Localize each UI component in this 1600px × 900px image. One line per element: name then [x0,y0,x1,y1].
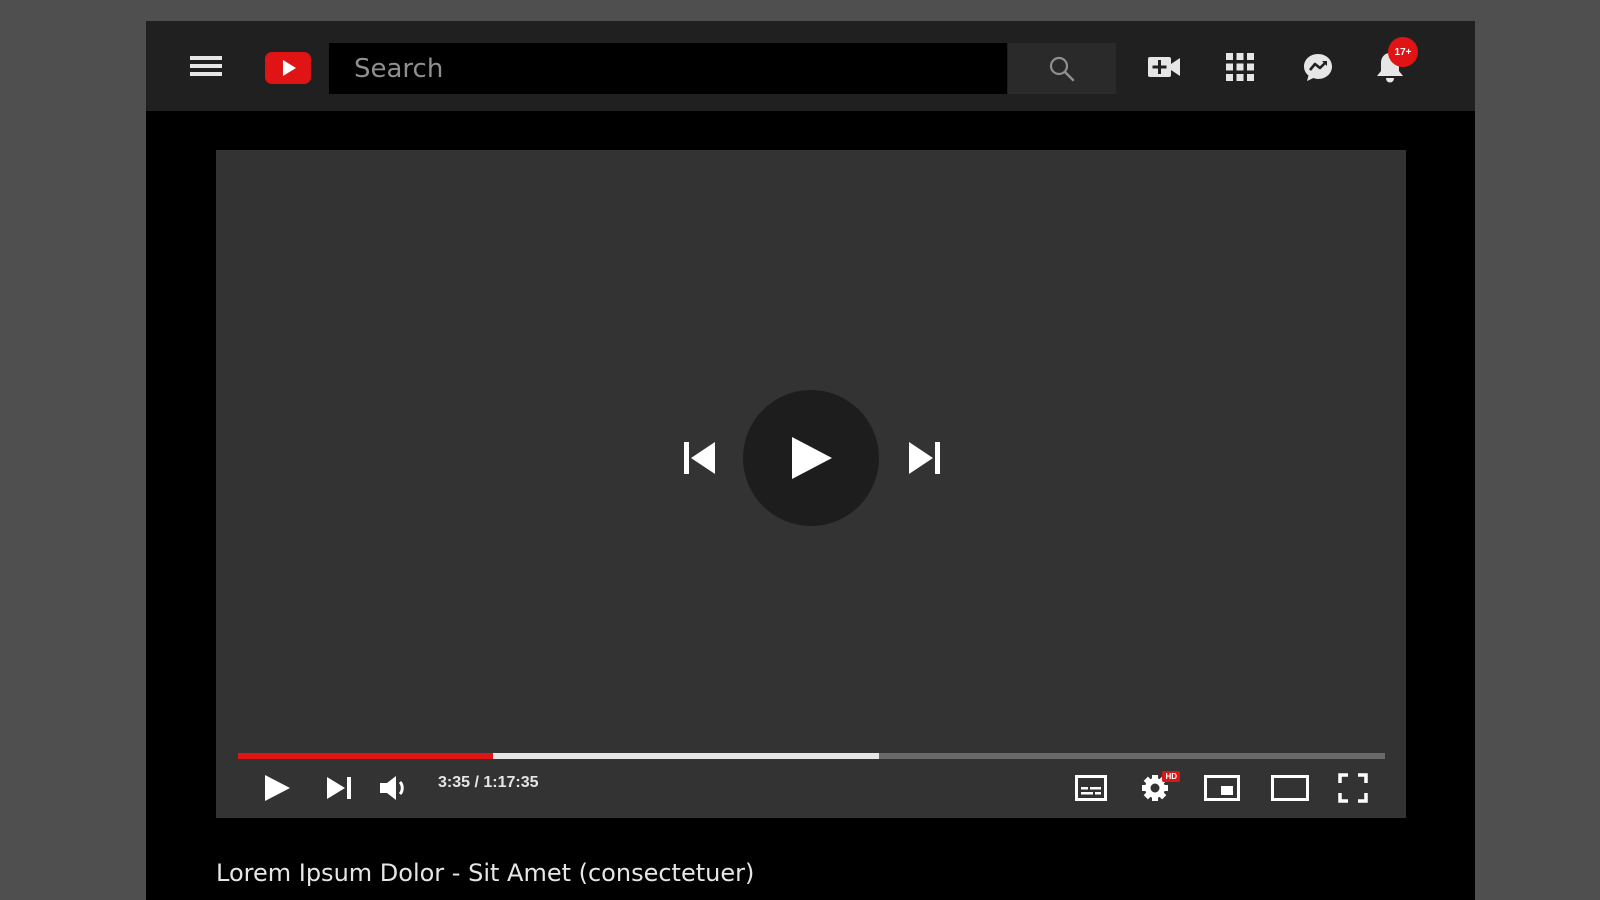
subtitles-icon[interactable] [1073,772,1109,804]
bell-icon[interactable]: 17+ [1374,37,1418,85]
skip-next-icon[interactable] [904,437,944,479]
big-play-button[interactable] [743,390,879,526]
video-player[interactable]: 3:35 / 1:17:35 HD [216,150,1406,818]
hamburger-menu-icon[interactable] [188,51,224,81]
youtube-logo-icon[interactable] [265,52,311,84]
search-input[interactable] [329,43,1007,94]
notification-badge: 17+ [1388,37,1418,67]
volume-icon[interactable] [376,771,412,805]
skip-next-icon[interactable] [322,771,356,805]
miniplayer-icon[interactable] [1202,772,1242,804]
skip-previous-icon[interactable] [680,437,720,479]
video-camera-plus-icon[interactable] [1146,50,1182,84]
play-button[interactable] [260,771,294,805]
settings-gear-icon[interactable]: HD [1138,771,1180,805]
app-window: 17+ [146,21,1475,900]
fullscreen-icon[interactable] [1336,771,1370,805]
time-display: 3:35 / 1:17:35 [438,774,539,791]
center-controls [216,150,1406,818]
search-button[interactable] [1008,43,1116,94]
apps-grid-icon[interactable] [1223,50,1257,84]
play-icon [263,773,291,803]
progress-bar[interactable] [238,753,1385,759]
player-controls: 3:35 / 1:17:35 HD [216,767,1406,807]
play-icon [786,433,836,483]
theater-mode-icon[interactable] [1270,772,1310,804]
played-bar [238,753,493,759]
hd-badge: HD [1162,771,1180,782]
top-bar: 17+ [146,21,1475,111]
search-icon [1048,55,1076,83]
chat-bubble-icon[interactable] [1301,50,1335,84]
video-title: Lorem Ipsum Dolor - Sit Amet (consectetu… [216,859,755,887]
